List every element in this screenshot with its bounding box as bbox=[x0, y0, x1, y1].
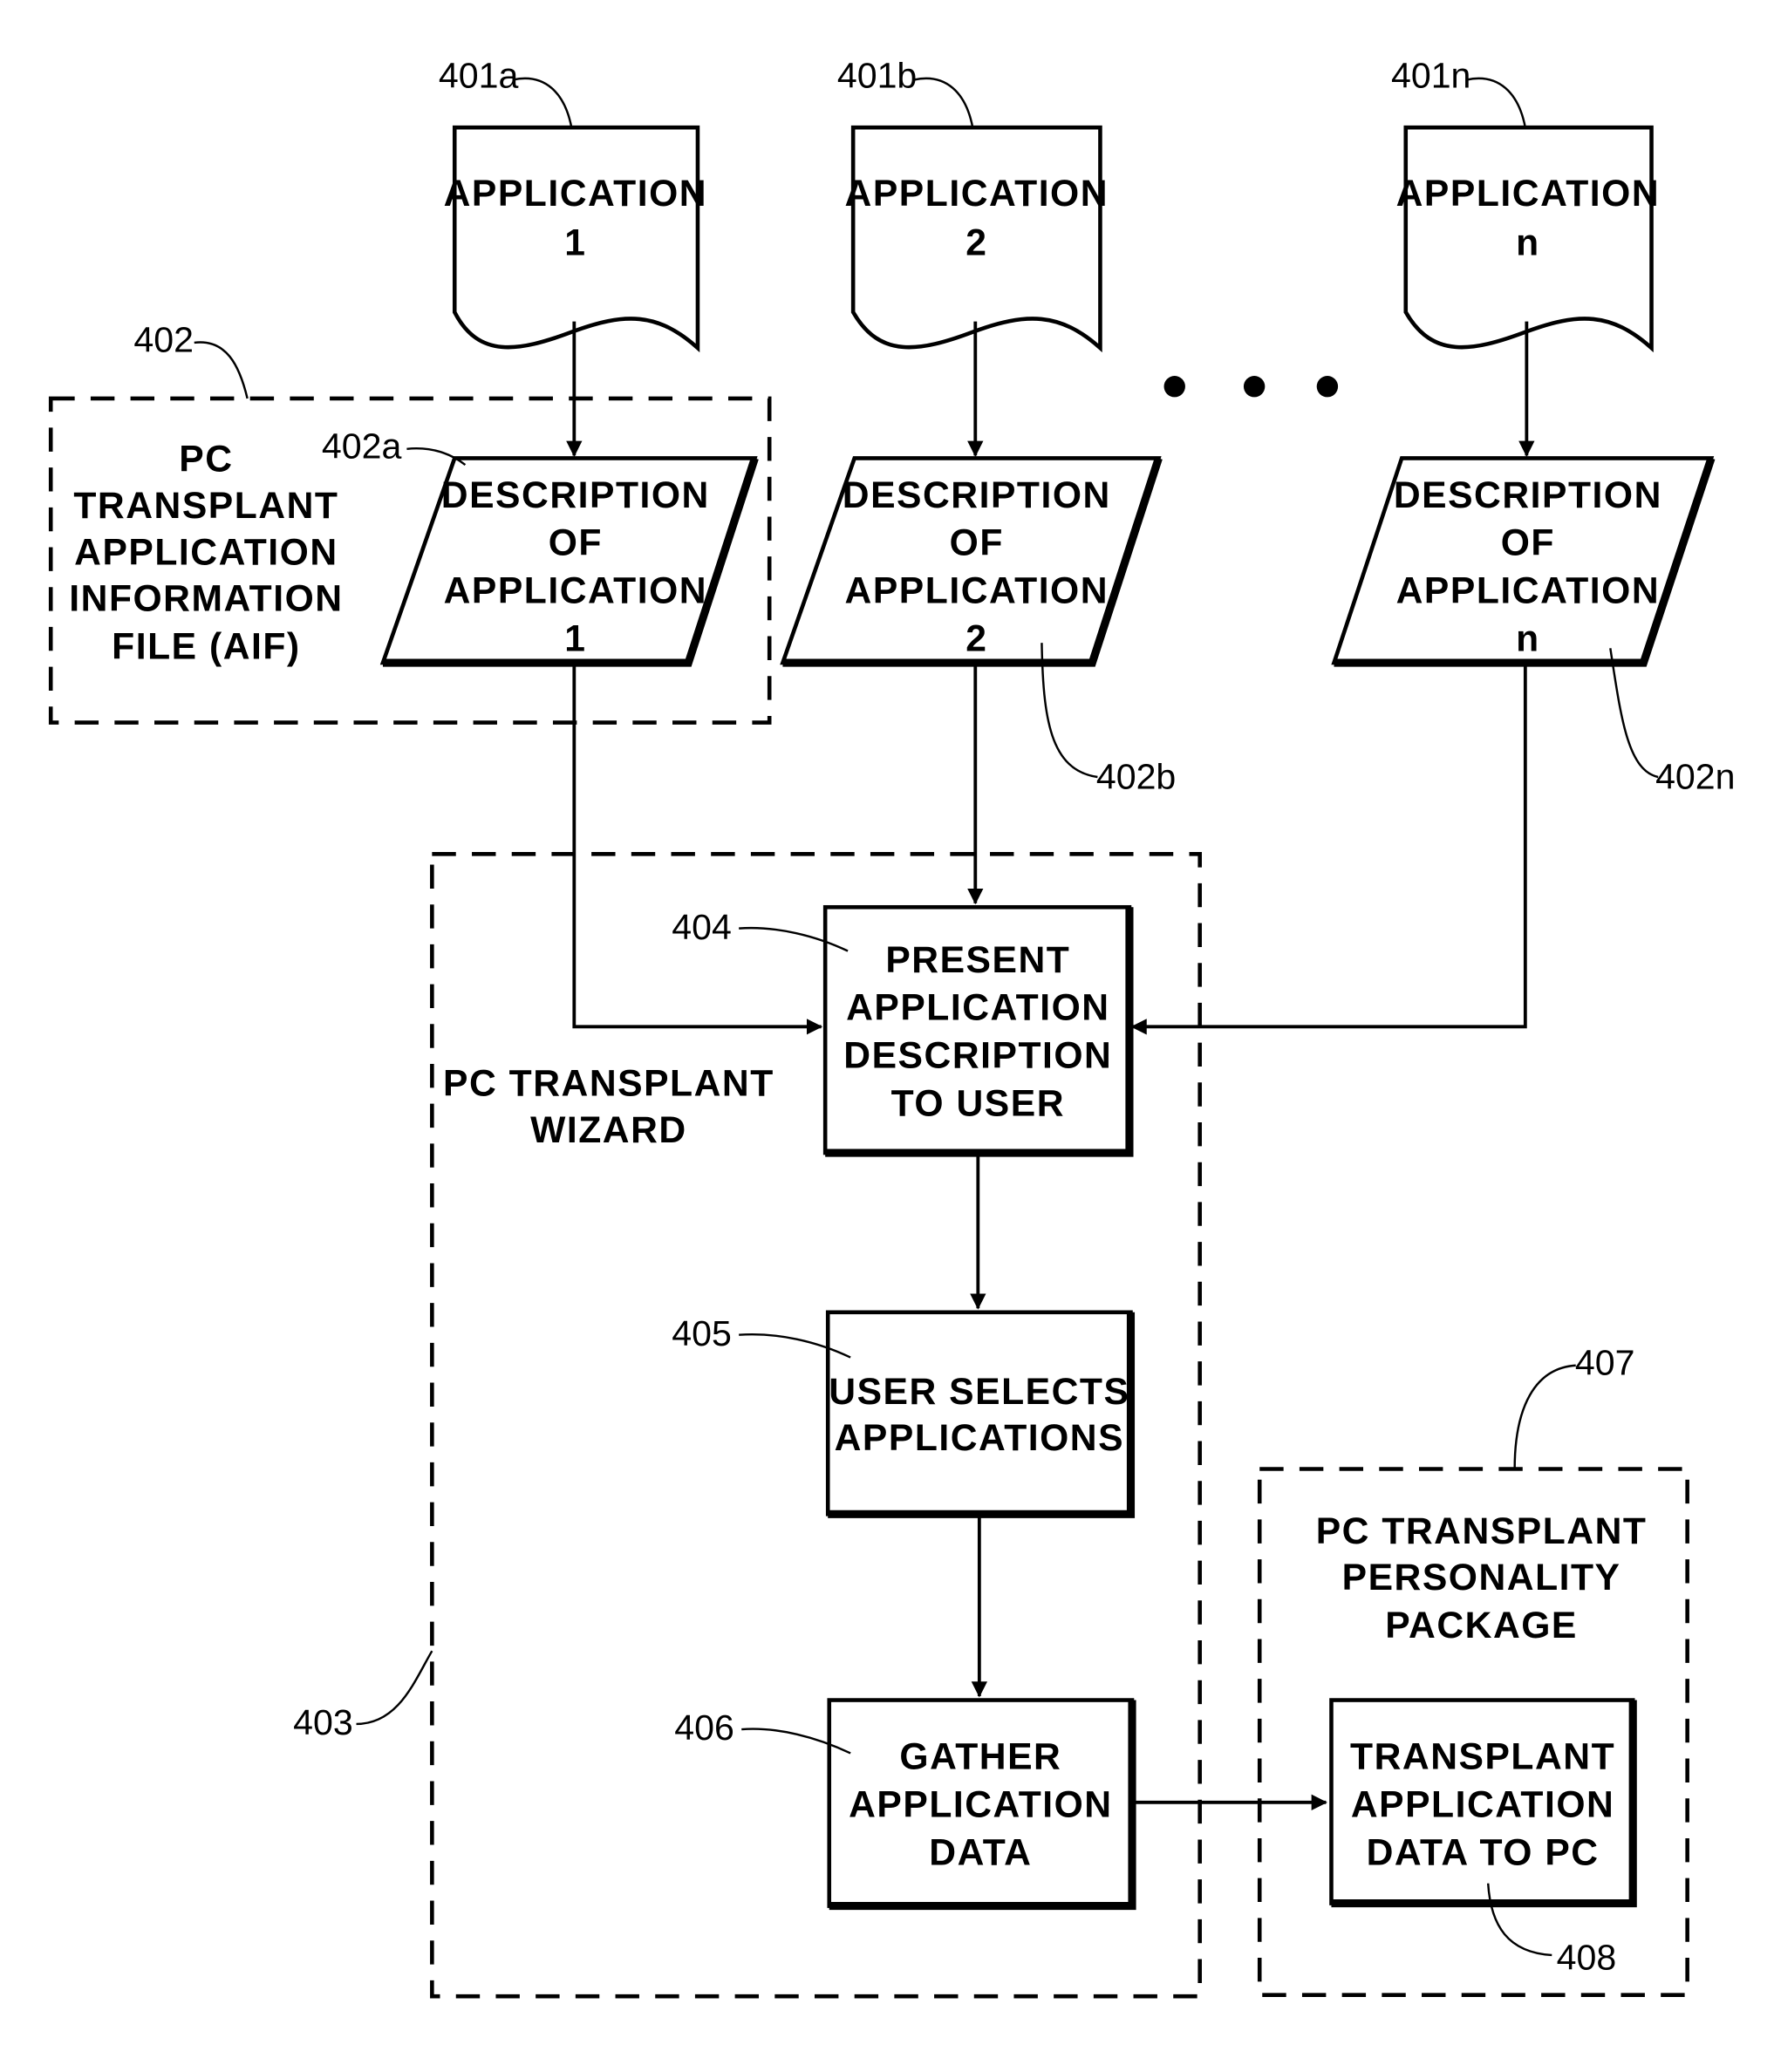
arrow-descn-to-present bbox=[1130, 663, 1527, 1035]
package-label-line: PACKAGE bbox=[1385, 1605, 1578, 1646]
aif-label-line: PC bbox=[179, 439, 233, 481]
ref-402b: 402b bbox=[1096, 757, 1176, 797]
description-n-parallelogram: DESCRIPTION OF APPLICATION n 402n bbox=[1331, 456, 1736, 797]
ref-401a: 401a bbox=[439, 56, 519, 96]
present-step-line: PRESENT bbox=[885, 939, 1070, 981]
present-step-line: APPLICATION bbox=[846, 987, 1109, 1029]
wizard-label-line: PC TRANSPLANT bbox=[443, 1063, 774, 1105]
description-2-line: 2 bbox=[965, 617, 987, 659]
wizard-label-line: WIZARD bbox=[530, 1109, 687, 1151]
transplant-data-step: TRANSPLANT APPLICATION DATA TO PC 408 bbox=[1329, 1698, 1637, 1978]
transplant-step-line: APPLICATION bbox=[1351, 1784, 1615, 1826]
ref-407: 407 bbox=[1575, 1342, 1635, 1382]
description-n-line: APPLICATION bbox=[1396, 569, 1661, 611]
description-1-line: APPLICATION bbox=[444, 569, 707, 611]
ref-405: 405 bbox=[672, 1313, 732, 1353]
application-1-document: APPLICATION 1 401a bbox=[439, 56, 707, 353]
application-n-title: APPLICATION bbox=[1396, 173, 1661, 215]
description-1-line: OF bbox=[549, 522, 603, 564]
ref-401b: 401b bbox=[837, 56, 917, 96]
application-n-document: APPLICATION n 401n bbox=[1391, 56, 1661, 353]
ref-402a: 402a bbox=[322, 426, 402, 466]
transplant-step-line: DATA TO PC bbox=[1367, 1831, 1600, 1873]
present-description-step: PRESENT APPLICATION DESCRIPTION TO USER … bbox=[672, 904, 1134, 1157]
flowchart-diagram: APPLICATION 1 401a APPLICATION 2 401b AP… bbox=[48, 56, 1736, 1999]
ref-408: 408 bbox=[1557, 1938, 1617, 1978]
application-n-number: n bbox=[1516, 222, 1540, 263]
user-selects-step: USER SELECTS APPLICATIONS 405 bbox=[672, 1310, 1136, 1518]
application-1-title: APPLICATION bbox=[444, 173, 707, 215]
arrow-desc1-to-present bbox=[572, 663, 823, 1035]
gather-step-line: DATA bbox=[929, 1831, 1032, 1873]
package-label-line: PC TRANSPLANT bbox=[1316, 1510, 1648, 1552]
gather-data-step: GATHER APPLICATION DATA 406 bbox=[674, 1698, 1136, 1911]
aif-label-line: TRANSPLANT bbox=[73, 485, 338, 527]
description-1-line: 1 bbox=[564, 617, 586, 659]
ref-402n: 402n bbox=[1655, 757, 1735, 797]
gather-step-line: APPLICATION bbox=[849, 1784, 1113, 1826]
transplant-step-line: TRANSPLANT bbox=[1350, 1736, 1615, 1778]
description-2-line: OF bbox=[950, 522, 1004, 564]
aif-label-line: INFORMATION bbox=[69, 578, 343, 620]
gather-step-line: GATHER bbox=[899, 1736, 1061, 1778]
description-n-line: n bbox=[1516, 617, 1540, 659]
ref-402: 402 bbox=[133, 320, 194, 360]
description-1-parallelogram: DESCRIPTION OF APPLICATION 1 402a bbox=[322, 426, 759, 667]
description-2-parallelogram: DESCRIPTION OF APPLICATION 2 402b bbox=[780, 456, 1176, 797]
application-2-title: APPLICATION bbox=[845, 173, 1109, 215]
aif-label-line: FILE (AIF) bbox=[112, 625, 300, 667]
select-step-line: APPLICATIONS bbox=[835, 1417, 1124, 1459]
application-2-document: APPLICATION 2 401b bbox=[837, 56, 1109, 353]
ref-401n: 401n bbox=[1391, 56, 1470, 96]
description-1-line: DESCRIPTION bbox=[441, 474, 710, 516]
present-step-line: TO USER bbox=[891, 1082, 1065, 1124]
description-n-line: DESCRIPTION bbox=[1394, 474, 1662, 516]
ref-404: 404 bbox=[672, 907, 732, 947]
aif-label-line: APPLICATION bbox=[74, 531, 338, 573]
description-n-line: OF bbox=[1501, 522, 1555, 564]
ref-403: 403 bbox=[293, 1702, 353, 1742]
ref-406: 406 bbox=[674, 1707, 734, 1748]
description-2-line: DESCRIPTION bbox=[843, 474, 1111, 516]
description-2-line: APPLICATION bbox=[845, 569, 1109, 611]
select-step-line: USER SELECTS bbox=[829, 1371, 1129, 1413]
package-label-line: PERSONALITY bbox=[1342, 1557, 1621, 1598]
ellipsis-more-applications bbox=[1163, 376, 1339, 398]
application-1-number: 1 bbox=[564, 222, 586, 263]
present-step-line: DESCRIPTION bbox=[843, 1035, 1112, 1077]
application-2-number: 2 bbox=[965, 222, 987, 263]
